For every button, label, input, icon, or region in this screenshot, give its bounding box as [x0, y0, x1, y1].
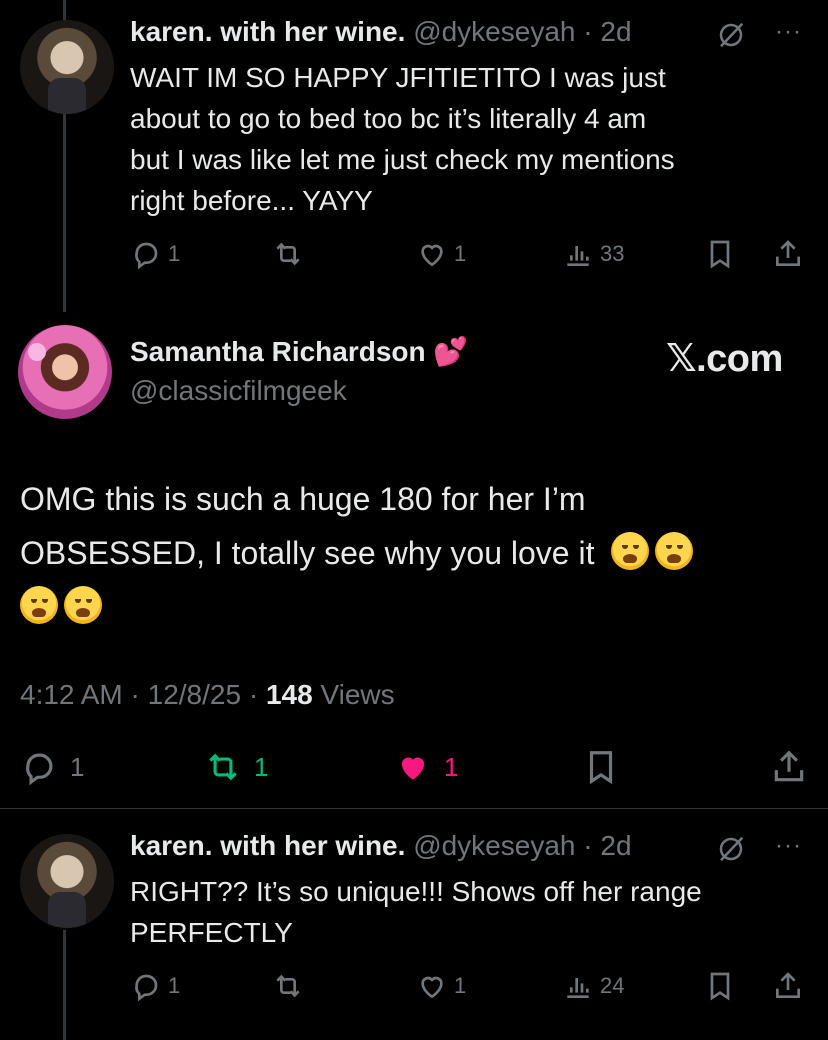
- timestamp[interactable]: 2d: [600, 16, 631, 47]
- reply-header: karen. with her wine. @dykeseyah · 2d: [130, 830, 632, 862]
- share-icon: [776, 972, 800, 998]
- views-icon: [567, 978, 589, 998]
- tweet-text: WAIT IM SO HAPPY JFITIETITO I was just a…: [130, 57, 790, 221]
- like-icon: [421, 976, 443, 999]
- separator: ·: [248, 679, 259, 710]
- repost-button[interactable]: [272, 238, 304, 270]
- bookmark-icon: [710, 240, 730, 269]
- bookmark-button[interactable]: [704, 238, 736, 270]
- share-button[interactable]: [772, 970, 804, 1002]
- tweet-text: OMG this is such a huge 180 for her I’m …: [20, 472, 810, 634]
- views-count: 24: [600, 973, 625, 998]
- tweet-text-line: OMG this is such a huge 180 for her I’m: [20, 481, 586, 517]
- more-options-button[interactable]: ···: [775, 832, 802, 860]
- action-bar: 1 1 33: [130, 238, 810, 278]
- author-name-row[interactable]: Samantha Richardson 💕: [130, 335, 468, 368]
- separator: ·: [583, 16, 593, 47]
- timestamp[interactable]: 2d: [600, 830, 631, 861]
- avatar[interactable]: [18, 325, 112, 419]
- reply-header: karen. with her wine. @dykeseyah · 2d: [130, 16, 632, 48]
- like-count: 1: [454, 241, 467, 266]
- tweet-text-fragment: OBSESSED, I totally see why you love it: [20, 535, 595, 571]
- crying-face-emoji-icon: [655, 532, 694, 570]
- tweet-text-line: but I was like let me just check my ment…: [130, 144, 675, 175]
- heart-emoji-icon: 💕: [433, 336, 469, 367]
- avatar[interactable]: [20, 20, 114, 114]
- author-handle[interactable]: @dykeseyah: [413, 16, 575, 47]
- source-label: 𝕏.com: [666, 338, 783, 380]
- tweet-text-line: RIGHT?? It’s so unique!!! Shows off her …: [130, 876, 702, 907]
- views-icon: [567, 246, 589, 266]
- reply-count: 1: [70, 751, 85, 782]
- separator: ·: [583, 830, 593, 861]
- thread-line-bottom: [63, 930, 66, 1040]
- reply-button[interactable]: 1: [130, 238, 180, 270]
- grok-icon[interactable]: [716, 834, 746, 864]
- author-handle[interactable]: @classicfilmgeek: [130, 375, 347, 407]
- tweet-text-line: about to go to bed too bc it’s literally…: [130, 103, 647, 134]
- repost-icon: [276, 974, 300, 998]
- crying-face-emoji-icon: [64, 586, 102, 624]
- share-icon: [776, 240, 800, 266]
- tweet-text: RIGHT?? It’s so unique!!! Shows off her …: [130, 871, 790, 953]
- reply-button[interactable]: 1: [20, 748, 84, 786]
- like-icon: [401, 757, 425, 780]
- tweet-time[interactable]: 4:12 AM: [20, 679, 123, 710]
- more-options-button[interactable]: ···: [775, 18, 802, 46]
- reply-icon: [26, 753, 53, 786]
- views-button[interactable]: 33: [562, 238, 624, 270]
- views-count: 148: [265, 679, 313, 710]
- action-bar: 1 1 1: [20, 748, 810, 788]
- share-button[interactable]: [772, 238, 804, 270]
- reply-icon: [135, 242, 158, 270]
- tweet-text-line: right before... YAYY: [130, 185, 373, 216]
- repost-icon: [276, 242, 300, 266]
- tweet-date[interactable]: 12/8/25: [148, 679, 241, 710]
- repost-button[interactable]: 1: [204, 748, 268, 786]
- author-name[interactable]: karen. with her wine.: [130, 16, 405, 47]
- views-count: 33: [600, 241, 625, 266]
- divider: [0, 808, 828, 809]
- like-count: 1: [454, 973, 467, 998]
- like-button[interactable]: 1: [416, 238, 466, 270]
- reply-icon: [135, 974, 158, 1002]
- reply-button[interactable]: 1: [130, 970, 180, 1002]
- tweet-meta: 4:12 AM · 12/8/25 · 148 Views: [20, 679, 395, 711]
- views-label: Views: [320, 679, 395, 710]
- bookmark-button[interactable]: [704, 970, 736, 1002]
- author-name[interactable]: karen. with her wine.: [130, 830, 405, 861]
- author-name[interactable]: Samantha Richardson: [130, 336, 426, 367]
- tweet-text-line-2: OBSESSED, I totally see why you love it: [20, 526, 810, 580]
- views-button[interactable]: 24: [562, 970, 624, 1002]
- crying-face-emoji-icon: [20, 586, 58, 624]
- bookmark-icon: [589, 751, 613, 785]
- reply-count: 1: [168, 973, 181, 998]
- like-button[interactable]: 1: [416, 970, 466, 1002]
- reply-count: 1: [168, 241, 181, 266]
- grok-icon[interactable]: [716, 20, 746, 50]
- separator: ·: [130, 679, 140, 710]
- action-bar: 1 1 24: [130, 970, 810, 1010]
- like-button[interactable]: 1: [394, 748, 458, 786]
- like-icon: [421, 244, 443, 267]
- bookmark-icon: [710, 972, 730, 1001]
- crying-face-emoji-icon: [611, 532, 650, 570]
- tweet-text-line: WAIT IM SO HAPPY JFITIETITO I was just: [130, 62, 666, 93]
- repost-button[interactable]: [272, 970, 304, 1002]
- tweet-text-line: PERFECTLY: [130, 917, 293, 948]
- author-handle[interactable]: @dykeseyah: [413, 830, 575, 861]
- repost-count: 1: [254, 751, 269, 782]
- repost-icon: [209, 753, 237, 781]
- emoji-line: [20, 580, 810, 634]
- avatar[interactable]: [20, 834, 114, 928]
- bookmark-button[interactable]: [582, 748, 620, 786]
- share-icon: [774, 750, 804, 782]
- share-button[interactable]: [770, 748, 808, 786]
- like-count: 1: [444, 751, 459, 782]
